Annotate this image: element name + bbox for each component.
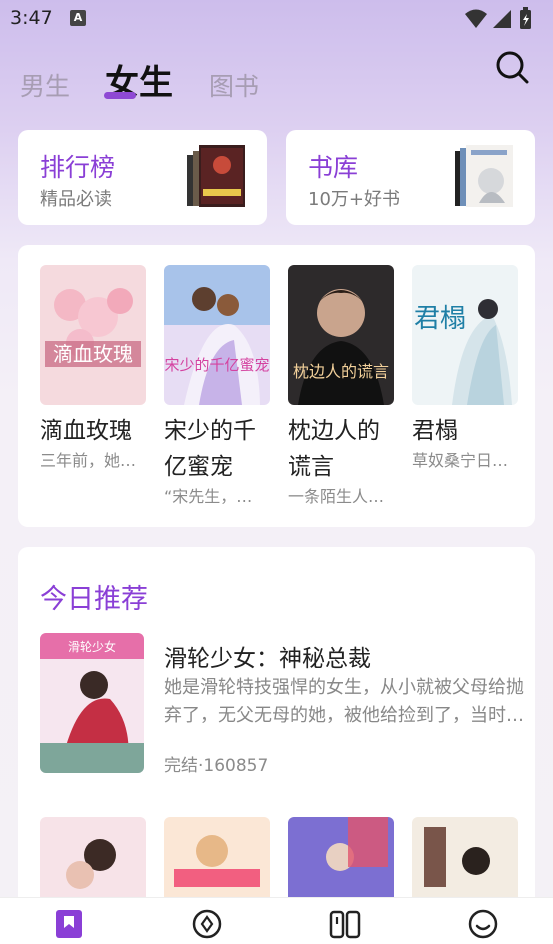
book-desc: “宋先生，… [164, 487, 253, 506]
nav-discover[interactable] [190, 908, 224, 940]
recommend-book-title[interactable]: 滑轮少女：神秘总裁 [164, 639, 371, 673]
recommend-book-desc: 她是滑轮特技强悍的女生，从小就被父母给抛弃了，无父无母的她，被他给捡到了，当时… [164, 677, 524, 726]
smiley-icon [468, 909, 498, 939]
book-cover: 君榻 [412, 265, 518, 405]
bookshelf-icon [329, 910, 361, 939]
compass-icon [192, 909, 222, 939]
book-desc: 一条陌生人… [288, 487, 385, 506]
library-title: 书库 [308, 153, 359, 182]
svg-text:君榻: 君榻 [414, 304, 466, 334]
active-tab-indicator [104, 92, 136, 99]
library-subtitle: 10万+好书 [308, 189, 400, 210]
nav-profile[interactable] [466, 908, 500, 940]
library-books-image [455, 145, 513, 207]
recommend-book-cover[interactable]: 滑轮少女 [40, 633, 144, 773]
rank-books-image [187, 145, 245, 207]
recommend-card: 今日推荐 滑轮少女 滑轮少女：神秘总裁 她是滑轮特技强悍的女生，从小就被父母给抛… [18, 547, 535, 944]
wifi-icon [465, 9, 487, 28]
bottom-nav [0, 897, 553, 944]
book-title: 枕边人的谎言 [288, 418, 380, 480]
book-desc: 三年前，她… [40, 451, 137, 470]
recommend-book-meta: 完结·160857 [164, 756, 269, 776]
book-cover: 宋少的千亿蜜宠 [164, 265, 270, 405]
book-title: 滴血玫瑰 [40, 418, 132, 444]
top-tabs: 男生 女生 图书 [0, 50, 553, 110]
book-title: 君榻 [412, 418, 458, 444]
book-cover[interactable] [412, 817, 518, 897]
bookmark-icon [56, 910, 82, 938]
book-cover[interactable] [164, 817, 270, 897]
svg-text:枕边人的谎言: 枕边人的谎言 [293, 362, 389, 381]
nav-bookshelf[interactable] [328, 908, 362, 940]
book-cover: 滴血玫瑰 [40, 265, 146, 405]
nav-bookmark[interactable] [52, 908, 86, 940]
search-button[interactable] [495, 50, 529, 84]
status-time: 3:47 [10, 7, 53, 29]
recommend-heading: 今日推荐 [40, 584, 148, 615]
book-title: 宋少的千亿蜜宠 [164, 418, 256, 480]
notification-icon: A [70, 10, 86, 26]
library-card[interactable]: 书库 10万+好书 [286, 130, 535, 225]
svg-text:宋少的千亿蜜宠: 宋少的千亿蜜宠 [164, 356, 269, 374]
book-item[interactable]: 君榻 君榻 草奴桑宁日… [412, 265, 518, 473]
book-cover[interactable] [40, 817, 146, 897]
svg-text:滴血玫瑰: 滴血玫瑰 [53, 342, 133, 366]
rank-card[interactable]: 排行榜 精品必读 [18, 130, 267, 225]
book-item[interactable]: 枕边人的谎言 枕边人的谎言 一条陌生人… [288, 265, 394, 509]
signal-icon [493, 10, 511, 28]
status-icons [463, 7, 543, 31]
book-item[interactable]: 宋少的千亿蜜宠 宋少的千亿蜜宠 “宋先生，… [164, 265, 270, 509]
book-item[interactable]: 滴血玫瑰 滴血玫瑰 三年前，她… [40, 265, 146, 473]
search-icon [496, 51, 529, 84]
featured-books-card: 滴血玫瑰 滴血玫瑰 三年前，她… 宋少的千亿蜜宠 宋少的千亿蜜宠 “宋先生，… [18, 245, 535, 527]
tab-male[interactable]: 男生 [20, 67, 70, 103]
tab-books[interactable]: 图书 [209, 67, 259, 103]
rank-subtitle: 精品必读 [40, 189, 112, 210]
book-cover: 枕边人的谎言 [288, 265, 394, 405]
svg-text:滑轮少女: 滑轮少女 [68, 639, 116, 654]
book-cover[interactable] [288, 817, 394, 897]
rank-title: 排行榜 [40, 153, 116, 182]
status-bar: 3:47 A [0, 0, 553, 38]
book-desc: 草奴桑宁日… [412, 451, 509, 470]
